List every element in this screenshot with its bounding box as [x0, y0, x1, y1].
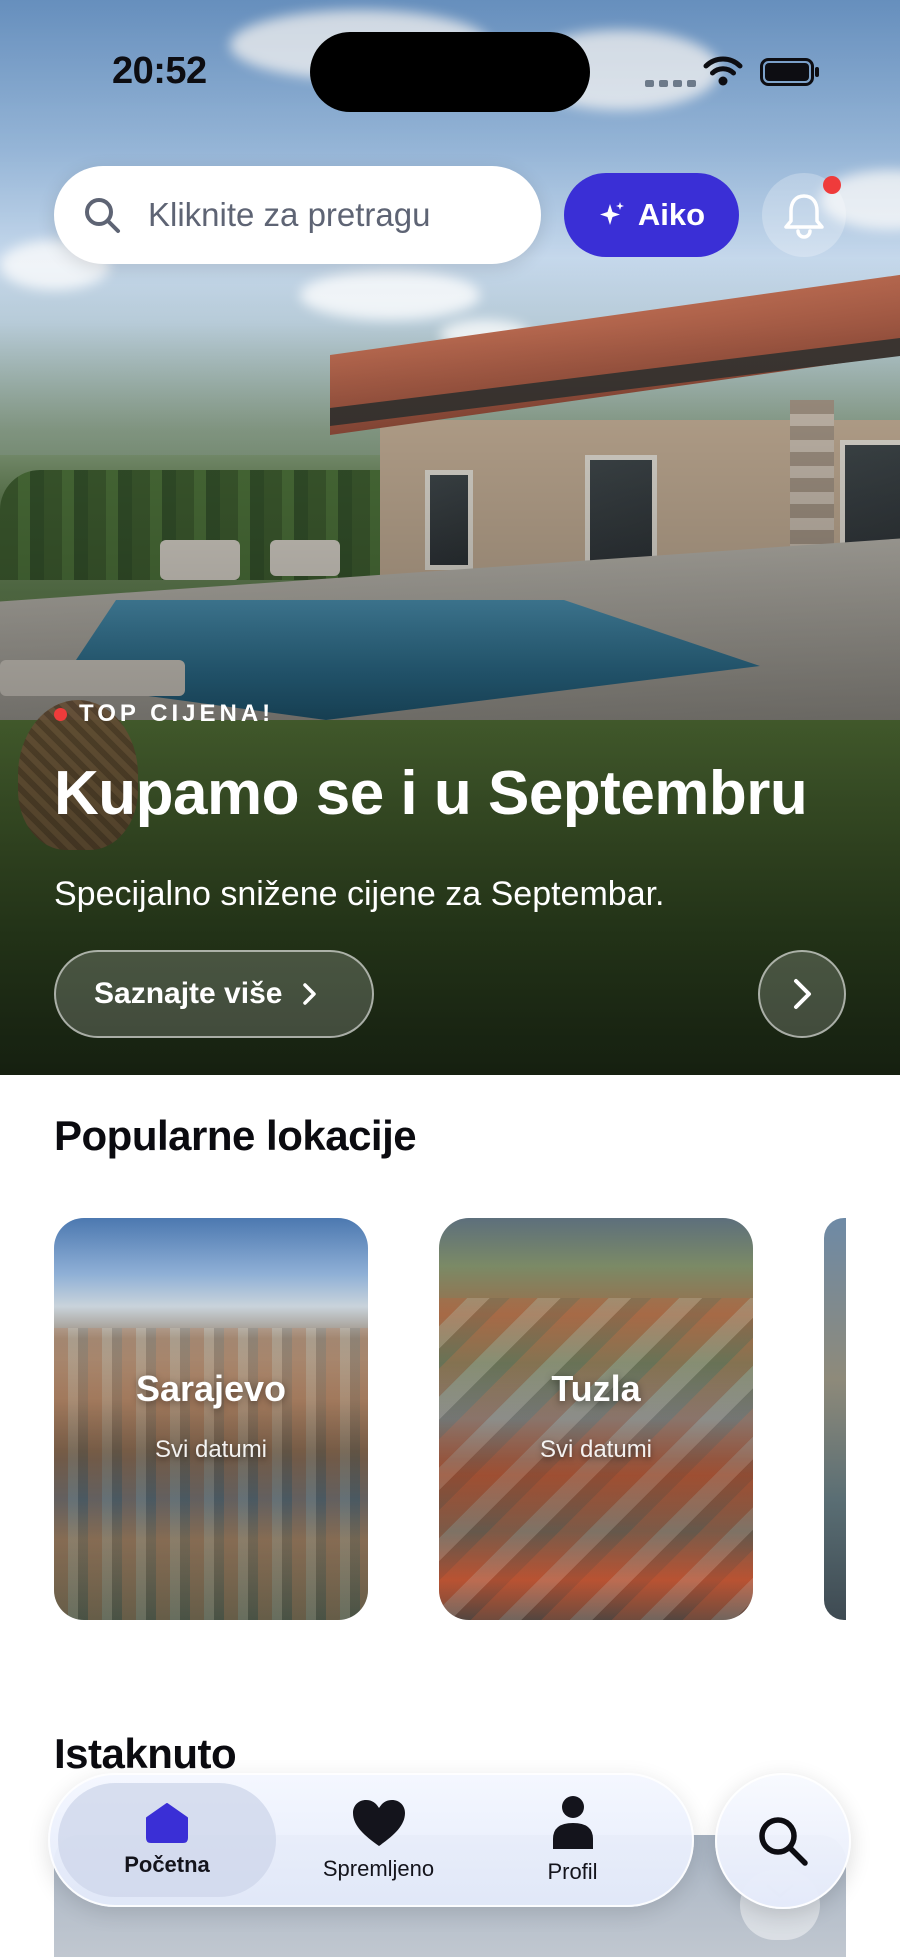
heart-icon	[352, 1800, 405, 1846]
chevron-right-icon	[303, 983, 317, 1005]
search-icon	[759, 1817, 808, 1866]
battery-icon	[760, 58, 819, 86]
aiko-label: Aiko	[637, 197, 706, 232]
location-name: Tuzla	[551, 1368, 641, 1409]
search-icon	[85, 198, 120, 233]
chevron-right-icon	[794, 979, 811, 1009]
tab-home[interactable]: Početna	[58, 1783, 276, 1897]
search-fab-button[interactable]	[715, 1773, 851, 1909]
card-shade	[54, 1218, 368, 1620]
next-slide-button[interactable]	[758, 950, 846, 1038]
learn-more-label: Saznajte više	[94, 977, 283, 1010]
dynamic-island	[310, 32, 590, 112]
featured-section-title: Istaknuto	[54, 1730, 237, 1777]
location-subtitle: Svi datumi	[154, 1436, 268, 1463]
home-icon	[146, 1803, 188, 1843]
aiko-button[interactable]: Aiko	[564, 173, 739, 257]
tab-profile[interactable]: Profil	[500, 1783, 645, 1897]
location-subtitle: Svi datumi	[539, 1436, 653, 1463]
location-name: Sarajevo	[135, 1368, 287, 1409]
hero-subtitle: Specijalno snižene cijene za Septembar.	[54, 875, 665, 913]
hero-tag: TOP CIJENA!	[54, 700, 274, 728]
tab-saved-label: Spremljeno	[322, 1856, 435, 1881]
popular-section-title: Popularne lokacije	[54, 1112, 417, 1159]
location-card-tuzla[interactable]: Tuzla Svi datumi	[439, 1218, 753, 1620]
search-input[interactable]: Kliknite za pretragu	[54, 166, 541, 264]
hero-title: Kupamo se i u Septembru	[54, 759, 808, 828]
profile-icon	[552, 1796, 593, 1849]
learn-more-button[interactable]: Saznajte više	[54, 950, 374, 1038]
tab-profile-label: Profil	[547, 1859, 598, 1884]
card-shade	[439, 1218, 753, 1620]
tab-saved[interactable]: Spremljeno	[291, 1783, 466, 1897]
location-card-sarajevo[interactable]: Sarajevo Svi datumi	[54, 1218, 368, 1620]
sparkle-icon	[599, 202, 624, 225]
tag-dot	[54, 707, 67, 721]
search-placeholder: Kliknite za pretragu	[148, 196, 431, 233]
bell-icon	[784, 194, 824, 239]
wifi-icon	[703, 56, 743, 86]
status-time: 20:52	[112, 50, 207, 92]
location-card-peek[interactable]	[824, 1218, 846, 1620]
bottom-tab-bar: Početna Spremljeno Profil	[48, 1773, 694, 1907]
notification-badge	[823, 176, 841, 194]
tab-home-label: Početna	[124, 1852, 210, 1877]
cellular-signal-icon	[645, 80, 696, 87]
hero-tag-label: TOP CIJENA!	[79, 700, 275, 727]
